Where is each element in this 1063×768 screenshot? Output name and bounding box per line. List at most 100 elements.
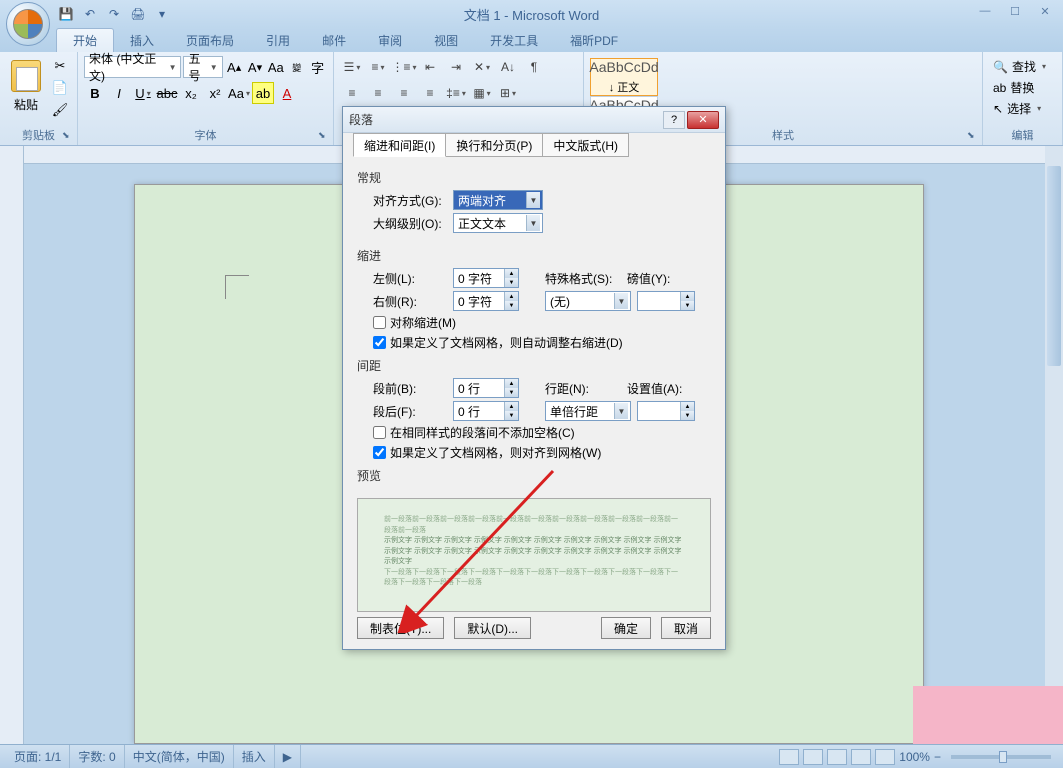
copy-icon[interactable]: 📄 — [50, 78, 70, 98]
zoom-out-button[interactable]: − — [934, 750, 941, 764]
dialog-tab-indent[interactable]: 缩进和间距(I) — [353, 133, 446, 157]
alignment-combo[interactable]: 两端对齐▼ — [453, 190, 543, 210]
tab-developer[interactable]: 开发工具 — [474, 29, 554, 52]
space-before-input[interactable]: 0 行▲▼ — [453, 378, 519, 398]
tab-view[interactable]: 视图 — [418, 29, 474, 52]
font-name-combo[interactable]: 宋体 (中文正文)▼ — [84, 56, 181, 78]
font-launcher-icon[interactable]: ⬊ — [318, 130, 330, 142]
view-web-icon[interactable] — [827, 749, 847, 765]
find-button[interactable]: 🔍查找▾ — [989, 56, 1056, 77]
highlight-button[interactable]: ab — [252, 82, 274, 104]
enclose-char-icon[interactable]: 字 — [308, 56, 327, 78]
font-size-combo[interactable]: 五号▼ — [183, 56, 222, 78]
at-value-input[interactable]: ▲▼ — [637, 401, 695, 421]
increase-indent-button[interactable]: ⇥ — [444, 56, 468, 78]
grow-font-icon[interactable]: A▴ — [225, 56, 244, 78]
dialog-tab-asian[interactable]: 中文版式(H) — [542, 133, 629, 157]
styles-launcher-icon[interactable]: ⬊ — [967, 130, 979, 142]
clear-format-icon[interactable]: Aa — [266, 56, 285, 78]
snap-to-grid-checkbox[interactable]: 如果定义了文档网格，则对齐到网格(W) — [373, 444, 711, 461]
print-preview-icon[interactable]: 🖨 — [128, 4, 148, 24]
mirror-indent-checkbox[interactable]: 对称缩进(M) — [373, 314, 711, 331]
special-format-combo[interactable]: (无)▼ — [545, 291, 631, 311]
tabs-button[interactable]: 制表位(T)... — [357, 617, 444, 639]
status-insert-mode[interactable]: 插入 — [234, 745, 275, 768]
borders-button[interactable]: ⊞▾ — [496, 82, 520, 104]
cut-icon[interactable]: ✂ — [50, 56, 70, 76]
decrease-indent-button[interactable]: ⇤ — [418, 56, 442, 78]
phonetic-guide-icon[interactable]: 變 — [287, 56, 306, 78]
auto-adjust-checkbox[interactable]: 如果定义了文档网格，则自动调整右缩进(D) — [373, 334, 711, 351]
tab-review[interactable]: 审阅 — [362, 29, 418, 52]
align-left-button[interactable]: ≡ — [340, 82, 364, 104]
view-fullscreen-icon[interactable] — [803, 749, 823, 765]
view-draft-icon[interactable] — [875, 749, 895, 765]
font-color-button[interactable]: A — [276, 82, 298, 104]
tab-pagelayout[interactable]: 页面布局 — [170, 29, 250, 52]
status-page[interactable]: 页面: 1/1 — [6, 745, 70, 768]
clipboard-launcher-icon[interactable]: ⬊ — [62, 130, 74, 142]
align-center-button[interactable]: ≡ — [366, 82, 390, 104]
sort-button[interactable]: A↓ — [496, 56, 520, 78]
paste-button[interactable]: 粘贴 — [6, 56, 46, 124]
dialog-tab-linebreak[interactable]: 换行和分页(P) — [445, 133, 543, 157]
close-button[interactable]: ✕ — [1031, 2, 1059, 20]
multilevel-list-button[interactable]: ⋮≡▾ — [392, 56, 416, 78]
hanging-value-input[interactable]: ▲▼ — [637, 291, 695, 311]
zoom-slider-thumb[interactable] — [999, 751, 1007, 763]
maximize-button[interactable]: ☐ — [1001, 2, 1029, 20]
status-wordcount[interactable]: 字数: 0 — [70, 745, 124, 768]
format-painter-icon[interactable]: 🖌 — [50, 100, 70, 120]
show-marks-button[interactable]: ¶ — [522, 56, 546, 78]
minimize-button[interactable]: — — [971, 2, 999, 20]
bold-button[interactable]: B — [84, 82, 106, 104]
qat-dropdown-icon[interactable]: ▾ — [152, 4, 172, 24]
asian-layout-button[interactable]: ✕▾ — [470, 56, 494, 78]
scrollbar-thumb[interactable] — [1047, 166, 1061, 366]
status-language[interactable]: 中文(简体，中国) — [125, 745, 234, 768]
tab-foxitpdf[interactable]: 福昕PDF — [554, 29, 634, 52]
tab-home[interactable]: 开始 — [56, 28, 114, 52]
vertical-scrollbar[interactable] — [1045, 146, 1063, 744]
dialog-titlebar[interactable]: 段落 ? ✕ — [343, 107, 725, 133]
ok-button[interactable]: 确定 — [601, 617, 651, 639]
space-after-input[interactable]: 0 行▲▼ — [453, 401, 519, 421]
shading-button[interactable]: ▦▾ — [470, 82, 494, 104]
view-outline-icon[interactable] — [851, 749, 871, 765]
vertical-ruler[interactable] — [0, 146, 24, 744]
align-justify-button[interactable]: ≡ — [418, 82, 442, 104]
underline-button[interactable]: U▾ — [132, 82, 154, 104]
office-button[interactable] — [6, 2, 50, 46]
no-space-same-style-checkbox[interactable]: 在相同样式的段落间不添加空格(C) — [373, 424, 711, 441]
redo-icon[interactable]: ↷ — [104, 4, 124, 24]
cancel-button[interactable]: 取消 — [661, 617, 711, 639]
align-right-button[interactable]: ≡ — [392, 82, 416, 104]
shrink-font-icon[interactable]: A▾ — [246, 56, 265, 78]
default-button[interactable]: 默认(D)... — [454, 617, 531, 639]
line-spacing-combo[interactable]: 单倍行距▼ — [545, 401, 631, 421]
undo-icon[interactable]: ↶ — [80, 4, 100, 24]
dialog-close-button[interactable]: ✕ — [687, 111, 719, 129]
bullets-button[interactable]: ☰▾ — [340, 56, 364, 78]
save-icon[interactable]: 💾 — [56, 4, 76, 24]
outline-combo[interactable]: 正文文本▼ — [453, 213, 543, 233]
change-case-button[interactable]: Aa▾ — [228, 82, 250, 104]
left-indent-input[interactable]: 0 字符▲▼ — [453, 268, 519, 288]
line-spacing-button[interactable]: ‡≡▾ — [444, 82, 468, 104]
tab-insert[interactable]: 插入 — [114, 29, 170, 52]
numbering-button[interactable]: ≡▾ — [366, 56, 390, 78]
italic-button[interactable]: I — [108, 82, 130, 104]
select-button[interactable]: ↖选择▾ — [989, 98, 1056, 119]
status-macro-icon[interactable]: ▶ — [275, 745, 301, 768]
subscript-button[interactable]: x₂ — [180, 82, 202, 104]
style-normal[interactable]: AaBbCcDd ↓ 正文 — [590, 58, 658, 96]
view-print-layout-icon[interactable] — [779, 749, 799, 765]
right-indent-input[interactable]: 0 字符▲▼ — [453, 291, 519, 311]
tab-mailings[interactable]: 邮件 — [306, 29, 362, 52]
strikethrough-button[interactable]: abc — [156, 82, 178, 104]
superscript-button[interactable]: x² — [204, 82, 226, 104]
tab-references[interactable]: 引用 — [250, 29, 306, 52]
zoom-level[interactable]: 100% — [899, 750, 930, 764]
replace-button[interactable]: ab替换 — [989, 77, 1056, 98]
zoom-slider[interactable] — [951, 755, 1051, 759]
